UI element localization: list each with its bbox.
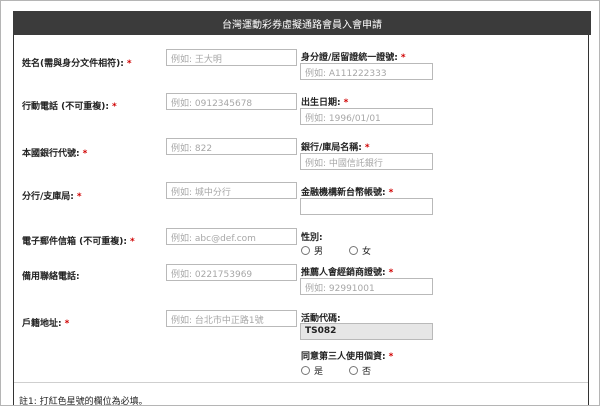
- consent-label: 同意第三人使用個資: *: [301, 352, 394, 362]
- referrer-input[interactable]: 例如: 92991001: [300, 278, 433, 295]
- branch-input[interactable]: 例如: 城中分行: [166, 182, 297, 199]
- bank-code-label: 本國銀行代號: *: [22, 149, 88, 159]
- mobile-input[interactable]: 例如: 0912345678: [166, 93, 297, 110]
- id-number-input[interactable]: 例如: A111222333: [300, 63, 433, 80]
- divider: [14, 382, 588, 383]
- gender-female-radio[interactable]: [349, 246, 359, 255]
- referrer-label: 推薦人會經銷商證號: *: [301, 268, 394, 278]
- email-input[interactable]: 例如: abc@def.com: [166, 228, 297, 245]
- account-number-input[interactable]: [300, 198, 433, 215]
- application-form-window: 台灣運動彩券虛擬通路會員入會申請 姓名(需與身分文件相符): * 例如: 王大明 …: [0, 0, 600, 406]
- gender-label: 性別:: [301, 233, 323, 243]
- id-number-label: 身分證/居留證統一證號: *: [301, 53, 406, 63]
- gender-male-label: 男: [314, 247, 324, 257]
- consent-yes-radio[interactable]: [301, 366, 310, 375]
- name-label: 姓名(需與身分文件相符): *: [22, 59, 132, 69]
- required-note: 註1: 打紅色星號的欄位為必填。: [19, 397, 148, 406]
- form-title: 台灣運動彩券虛擬通路會員入會申請: [222, 19, 382, 31]
- gender-female-label: 女: [362, 247, 372, 257]
- account-number-label: 金融機構新台幣帳號: *: [301, 188, 394, 198]
- gender-male-radio[interactable]: [301, 246, 310, 255]
- form-header: 台灣運動彩券虛擬通路會員入會申請: [13, 11, 591, 35]
- backup-phone-input[interactable]: 例如: 0221753969: [166, 264, 297, 281]
- consent-no-radio[interactable]: [349, 366, 359, 375]
- gender-options: 男 女: [301, 244, 371, 257]
- promo-code-field: TS082: [300, 323, 433, 340]
- name-input[interactable]: 例如: 王大明: [166, 49, 297, 66]
- bank-name-label: 銀行/庫局名稱: *: [301, 143, 370, 153]
- bank-name-input[interactable]: 例如: 中國信託銀行: [300, 153, 433, 170]
- consent-options: 是 否: [301, 364, 371, 377]
- email-label: 電子郵件信箱 (不可重複): *: [22, 237, 135, 247]
- consent-yes-label: 是: [314, 367, 324, 377]
- backup-phone-label: 備用聯絡電話:: [22, 272, 80, 282]
- bank-code-input[interactable]: 例如: 822: [166, 138, 297, 155]
- birth-date-label: 出生日期: *: [301, 98, 349, 108]
- mobile-label: 行動電話 (不可重複): *: [22, 102, 117, 112]
- consent-no-label: 否: [362, 367, 372, 377]
- birth-date-input[interactable]: 例如: 1996/01/01: [300, 108, 433, 125]
- branch-label: 分行/支庫局: *: [22, 192, 82, 202]
- address-label: 戶籍地址: *: [22, 319, 70, 329]
- address-input[interactable]: 例如: 台北市中正路1號: [166, 310, 297, 327]
